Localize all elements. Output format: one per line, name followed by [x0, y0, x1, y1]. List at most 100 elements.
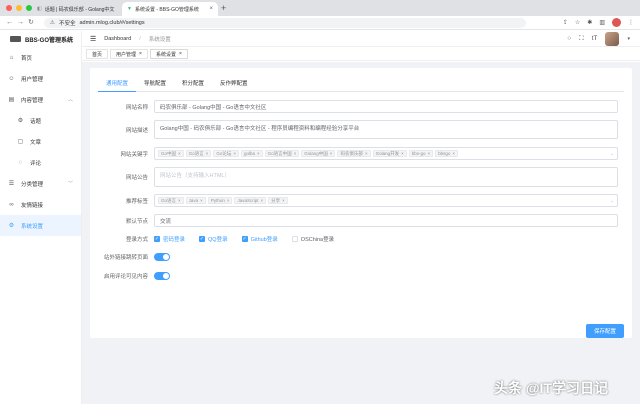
close-icon[interactable]: ×: [330, 151, 333, 156]
tag-view-users[interactable]: 用户管理 ×: [110, 49, 148, 59]
site-name-input[interactable]: 码农俱乐部 - Golang中国 - Go语言中文社区: [154, 100, 618, 113]
fullscreen-icon[interactable]: ⛶: [579, 35, 584, 43]
tag-chip[interactable]: Go语言 ×: [158, 197, 184, 204]
tag-chip[interactable]: golba ×: [240, 150, 263, 157]
close-window-button[interactable]: [6, 5, 12, 11]
breadcrumb-home[interactable]: Dashboard: [104, 36, 131, 42]
check-icon: ✓: [199, 236, 206, 242]
tag-chip[interactable]: Python ×: [207, 197, 233, 204]
sidebar-item-content[interactable]: ▤ 内容管理 ︿: [0, 89, 81, 110]
chevron-down-icon[interactable]: ⌄: [610, 198, 614, 204]
close-icon[interactable]: ×: [178, 198, 181, 203]
tag-chip[interactable]: 码农俱乐部 ×: [337, 150, 371, 157]
sidebar-item-label: 话题: [30, 118, 42, 125]
sidebar-icon[interactable]: ▥: [599, 19, 605, 26]
tag-chip[interactable]: bbsgo ×: [435, 150, 459, 157]
comment-visible-label: 启用评论可见内容: [103, 274, 148, 280]
save-button[interactable]: 保存配置: [586, 324, 624, 338]
sidebar-item-articles[interactable]: ▢ 文章: [0, 131, 81, 152]
check-icon: ✓: [154, 236, 160, 242]
search-icon[interactable]: ○: [567, 35, 571, 42]
close-icon[interactable]: ×: [365, 151, 368, 156]
sidebar-item-label: 评论: [30, 160, 42, 167]
tag-chip[interactable]: Go语言 ×: [185, 150, 212, 157]
category-icon: ☰: [8, 181, 15, 187]
tab-favicon-icon: ▼: [127, 6, 132, 12]
close-icon[interactable]: ×: [294, 151, 297, 156]
tab-general[interactable]: 通用配置: [98, 78, 137, 92]
default-node-select[interactable]: 交流: [154, 214, 618, 227]
tab-navigation[interactable]: 导航配置: [136, 78, 174, 92]
tab-score[interactable]: 积分配置: [174, 78, 212, 92]
close-icon[interactable]: ×: [179, 51, 182, 57]
menu-icon[interactable]: ⋮: [628, 19, 634, 26]
forward-icon[interactable]: →: [17, 17, 24, 29]
notice-textarea[interactable]: 网站公告（支持输入HTML）: [154, 167, 618, 187]
close-icon[interactable]: ×: [260, 198, 263, 203]
tag-chip[interactable]: Go论坛 ×: [213, 150, 239, 157]
sidebar-item-users[interactable]: ☺ 用户管理: [0, 68, 81, 89]
login-github-checkbox[interactable]: ✓ Github登录: [241, 235, 278, 243]
close-icon[interactable]: ×: [200, 198, 203, 203]
site-desc-label: 网站描述: [125, 127, 148, 134]
sidebar-item-categories[interactable]: ☰ 分类管理 ﹀: [0, 173, 81, 194]
close-icon[interactable]: ×: [452, 151, 455, 156]
browser-tab-active[interactable]: ▼ 系统设置 - BBS-GO管理系统 ×: [122, 2, 218, 16]
tag-chip[interactable]: Java ×: [185, 197, 206, 204]
unchecked-box: [291, 236, 298, 242]
profile-avatar[interactable]: [612, 18, 621, 27]
top-bar: ☰ Dashboard / 系统设置 ○ ⛶ tT ▾: [82, 31, 640, 47]
sidebar-item-comments[interactable]: ◌ 评论: [0, 152, 81, 173]
tag-chip[interactable]: Golang开发 ×: [372, 150, 407, 157]
login-oschina-checkbox[interactable]: OSChina登录: [291, 235, 334, 243]
external-link-switch[interactable]: [154, 253, 170, 261]
warning-icon: ⚠: [50, 20, 55, 26]
close-icon[interactable]: ×: [428, 151, 431, 156]
sidebar-item-links[interactable]: ∞ 友情链接: [0, 194, 81, 215]
close-icon[interactable]: ×: [257, 151, 260, 156]
tag-chip[interactable]: Golang中国 ×: [301, 150, 336, 157]
close-icon[interactable]: ×: [227, 198, 230, 203]
close-icon[interactable]: ×: [401, 151, 404, 156]
avatar[interactable]: [605, 31, 620, 46]
tab-anti-spam[interactable]: 反作弊配置: [212, 78, 256, 92]
back-icon[interactable]: ←: [6, 17, 13, 29]
tag-chip[interactable]: JavaScript ×: [234, 197, 267, 204]
comment-visible-row: 启用评论可见内容: [90, 272, 170, 280]
site-desc-textarea[interactable]: Golang中国 - 码农俱乐部 - Go语言中文社区 - 程序员编程资料和编程…: [154, 120, 618, 139]
recommend-tags-select[interactable]: Go语言 × Java × Python × JavaScript × 分享 × ⌄: [154, 194, 618, 207]
sidebar-item-home[interactable]: ⌂ 首页: [0, 47, 81, 68]
login-qq-checkbox[interactable]: ✓ QQ登录: [199, 235, 228, 243]
font-size-icon[interactable]: tT: [592, 35, 598, 42]
caret-down-icon[interactable]: ▾: [627, 36, 630, 42]
reload-icon[interactable]: ↻: [28, 17, 34, 29]
close-icon[interactable]: ×: [178, 151, 181, 156]
tag-view-home[interactable]: 首页: [86, 49, 109, 59]
close-icon[interactable]: ×: [139, 51, 142, 57]
close-icon[interactable]: ×: [233, 151, 236, 156]
close-icon[interactable]: ×: [282, 198, 285, 203]
browser-tab[interactable]: ◧ 话题 | 码农俱乐部 - Golang中文 ×: [32, 2, 116, 16]
keywords-select[interactable]: Go中国 × Go语言 × Go论坛 × golba × Go语言中国 × Golang中国 × 码农俱…: [154, 147, 618, 160]
login-password-checkbox[interactable]: ✓ 密码登录: [154, 235, 185, 243]
tag-chip[interactable]: Go语言中国 ×: [264, 150, 300, 157]
logo-icon: [10, 36, 21, 42]
sidebar-item-settings[interactable]: ⚙ 系统设置: [0, 215, 81, 236]
sidebar-item-topics[interactable]: ⚙ 话题: [0, 110, 81, 131]
close-icon[interactable]: ×: [206, 151, 209, 156]
hamburger-icon[interactable]: ☰: [90, 35, 96, 43]
close-tab-icon[interactable]: ×: [209, 6, 213, 12]
new-tab-icon[interactable]: +: [221, 2, 226, 14]
tag-chip[interactable]: 分享 ×: [268, 197, 288, 204]
address-input[interactable]: ⚠ 不安全 admin.mlog.club/#/settings: [44, 18, 526, 28]
star-icon[interactable]: ☆: [575, 19, 580, 26]
comment-visible-switch[interactable]: [154, 272, 170, 280]
share-icon[interactable]: ⇪: [563, 19, 568, 26]
tag-chip[interactable]: bbs-go ×: [408, 150, 434, 157]
chevron-down-icon[interactable]: ⌄: [610, 151, 614, 157]
sidebar-item-label: 内容管理: [21, 97, 44, 104]
extension-icon[interactable]: ✱: [587, 19, 592, 26]
minimize-window-button[interactable]: [16, 5, 22, 11]
tag-view-settings[interactable]: 系统设置 ×: [149, 49, 188, 59]
tag-chip[interactable]: Go中国 ×: [158, 150, 184, 157]
